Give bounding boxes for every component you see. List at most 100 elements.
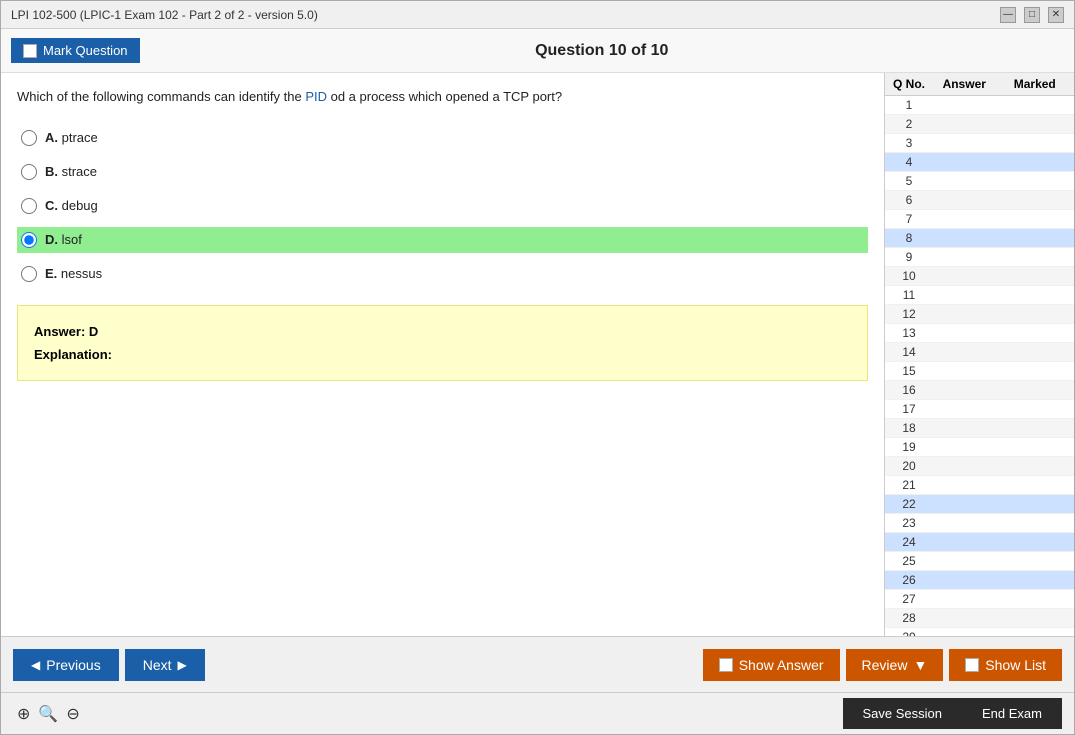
question-area: Which of the following commands can iden… — [1, 73, 884, 636]
review-button[interactable]: Review ▼ — [846, 649, 944, 681]
sidebar-row[interactable]: 14 — [885, 343, 1074, 362]
sidebar-row[interactable]: 4 — [885, 153, 1074, 172]
option-label-e: E. nessus — [45, 266, 102, 281]
show-list-button[interactable]: ✓ Show List — [949, 649, 1062, 681]
sidebar-cell-answer — [929, 516, 1000, 530]
sidebar-cell-num: 5 — [889, 174, 929, 188]
sidebar-cell-answer — [929, 193, 1000, 207]
sidebar-row[interactable]: 12 — [885, 305, 1074, 324]
sidebar-row[interactable]: 10 — [885, 267, 1074, 286]
sidebar-cell-num: 2 — [889, 117, 929, 131]
close-button[interactable]: ✕ — [1048, 7, 1064, 23]
sidebar-cell-answer — [929, 478, 1000, 492]
sidebar-cell-answer — [929, 307, 1000, 321]
sidebar-cell-num: 14 — [889, 345, 929, 359]
sidebar-cell-answer — [929, 345, 1000, 359]
sidebar-row[interactable]: 13 — [885, 324, 1074, 343]
end-exam-button[interactable]: End Exam — [962, 698, 1062, 729]
sidebar-header: Q No. Answer Marked — [885, 73, 1074, 96]
sidebar-cell-answer — [929, 269, 1000, 283]
sidebar-row[interactable]: 3 — [885, 134, 1074, 153]
sidebar-cell-marked — [1000, 402, 1071, 416]
sidebar-cell-answer — [929, 383, 1000, 397]
save-session-label: Save Session — [863, 706, 943, 721]
show-list-label: Show List — [985, 657, 1046, 673]
sidebar-cell-marked — [1000, 421, 1071, 435]
option-radio-e[interactable] — [21, 266, 37, 282]
sidebar-row[interactable]: 23 — [885, 514, 1074, 533]
mark-question-button[interactable]: ■ Mark Question — [11, 38, 140, 63]
sidebar-cell-answer — [929, 117, 1000, 131]
title-bar: LPI 102-500 (LPIC-1 Exam 102 - Part 2 of… — [1, 1, 1074, 29]
question-text-highlight: PID — [305, 89, 327, 104]
sidebar-cell-num: 19 — [889, 440, 929, 454]
sidebar-row[interactable]: 28 — [885, 609, 1074, 628]
sidebar-header-qno: Q No. — [889, 77, 929, 91]
sidebar-row[interactable]: 1 — [885, 96, 1074, 115]
main-content: Which of the following commands can iden… — [1, 73, 1074, 636]
sidebar-list[interactable]: 1234567891011121314151617181920212223242… — [885, 96, 1074, 636]
sidebar-cell-marked — [1000, 155, 1071, 169]
sidebar-row[interactable]: 29 — [885, 628, 1074, 636]
sidebar-row[interactable]: 18 — [885, 419, 1074, 438]
sidebar-cell-num: 12 — [889, 307, 929, 321]
save-session-button[interactable]: Save Session — [843, 698, 963, 729]
sidebar-cell-marked — [1000, 459, 1071, 473]
option-radio-b[interactable] — [21, 164, 37, 180]
sidebar-row[interactable]: 16 — [885, 381, 1074, 400]
sidebar-row[interactable]: 21 — [885, 476, 1074, 495]
sidebar-row[interactable]: 2 — [885, 115, 1074, 134]
sidebar-row[interactable]: 27 — [885, 590, 1074, 609]
option-row-c: C. debug — [17, 193, 868, 219]
option-radio-d[interactable] — [21, 232, 37, 248]
option-radio-a[interactable] — [21, 130, 37, 146]
sidebar-cell-marked — [1000, 364, 1071, 378]
sidebar-header-marked: Marked — [1000, 77, 1071, 91]
next-button[interactable]: Next ▶ — [125, 649, 205, 681]
previous-button[interactable]: ◀ Previous — [13, 649, 119, 681]
sidebar-row[interactable]: 26 — [885, 571, 1074, 590]
sidebar-row[interactable]: 11 — [885, 286, 1074, 305]
sidebar-row[interactable]: 17 — [885, 400, 1074, 419]
sidebar-cell-num: 4 — [889, 155, 929, 169]
sidebar-row[interactable]: 19 — [885, 438, 1074, 457]
sidebar-cell-num: 23 — [889, 516, 929, 530]
show-answer-button[interactable]: Show Answer — [703, 649, 840, 681]
sidebar-cell-num: 26 — [889, 573, 929, 587]
show-answer-checkbox-icon — [719, 658, 733, 672]
question-text-after: od a process which opened a TCP port? — [327, 89, 562, 104]
sidebar-cell-marked — [1000, 592, 1071, 606]
window-title: LPI 102-500 (LPIC-1 Exam 102 - Part 2 of… — [11, 8, 318, 22]
minimize-button[interactable]: — — [1000, 7, 1016, 23]
sidebar-cell-marked — [1000, 98, 1071, 112]
window-controls: — □ ✕ — [1000, 7, 1064, 23]
sidebar-cell-num: 3 — [889, 136, 929, 150]
sidebar-cell-num: 21 — [889, 478, 929, 492]
sidebar-row[interactable]: 20 — [885, 457, 1074, 476]
restore-button[interactable]: □ — [1024, 7, 1040, 23]
show-answer-label: Show Answer — [739, 657, 824, 673]
sidebar-cell-marked — [1000, 516, 1071, 530]
zoom-in-button[interactable]: ⊕ — [13, 702, 34, 726]
answer-line: Answer: D — [34, 320, 851, 343]
sidebar-row[interactable]: 15 — [885, 362, 1074, 381]
zoom-out-button[interactable]: ⊖ — [62, 702, 83, 726]
sidebar-cell-num: 13 — [889, 326, 929, 340]
question-text: Which of the following commands can iden… — [17, 87, 868, 107]
sidebar: Q No. Answer Marked 12345678910111213141… — [884, 73, 1074, 636]
zoom-normal-button[interactable]: 🔍 — [34, 702, 62, 726]
sidebar-row[interactable]: 22 — [885, 495, 1074, 514]
sidebar-row[interactable]: 7 — [885, 210, 1074, 229]
sidebar-cell-marked — [1000, 307, 1071, 321]
sidebar-row[interactable]: 25 — [885, 552, 1074, 571]
sidebar-row[interactable]: 8 — [885, 229, 1074, 248]
sidebar-row[interactable]: 5 — [885, 172, 1074, 191]
option-radio-c[interactable] — [21, 198, 37, 214]
sidebar-cell-num: 7 — [889, 212, 929, 226]
sidebar-row[interactable]: 9 — [885, 248, 1074, 267]
sidebar-cell-marked — [1000, 326, 1071, 340]
sidebar-row[interactable]: 24 — [885, 533, 1074, 552]
sidebar-row[interactable]: 6 — [885, 191, 1074, 210]
mark-checkbox-icon: ■ — [23, 44, 37, 58]
sidebar-cell-num: 10 — [889, 269, 929, 283]
